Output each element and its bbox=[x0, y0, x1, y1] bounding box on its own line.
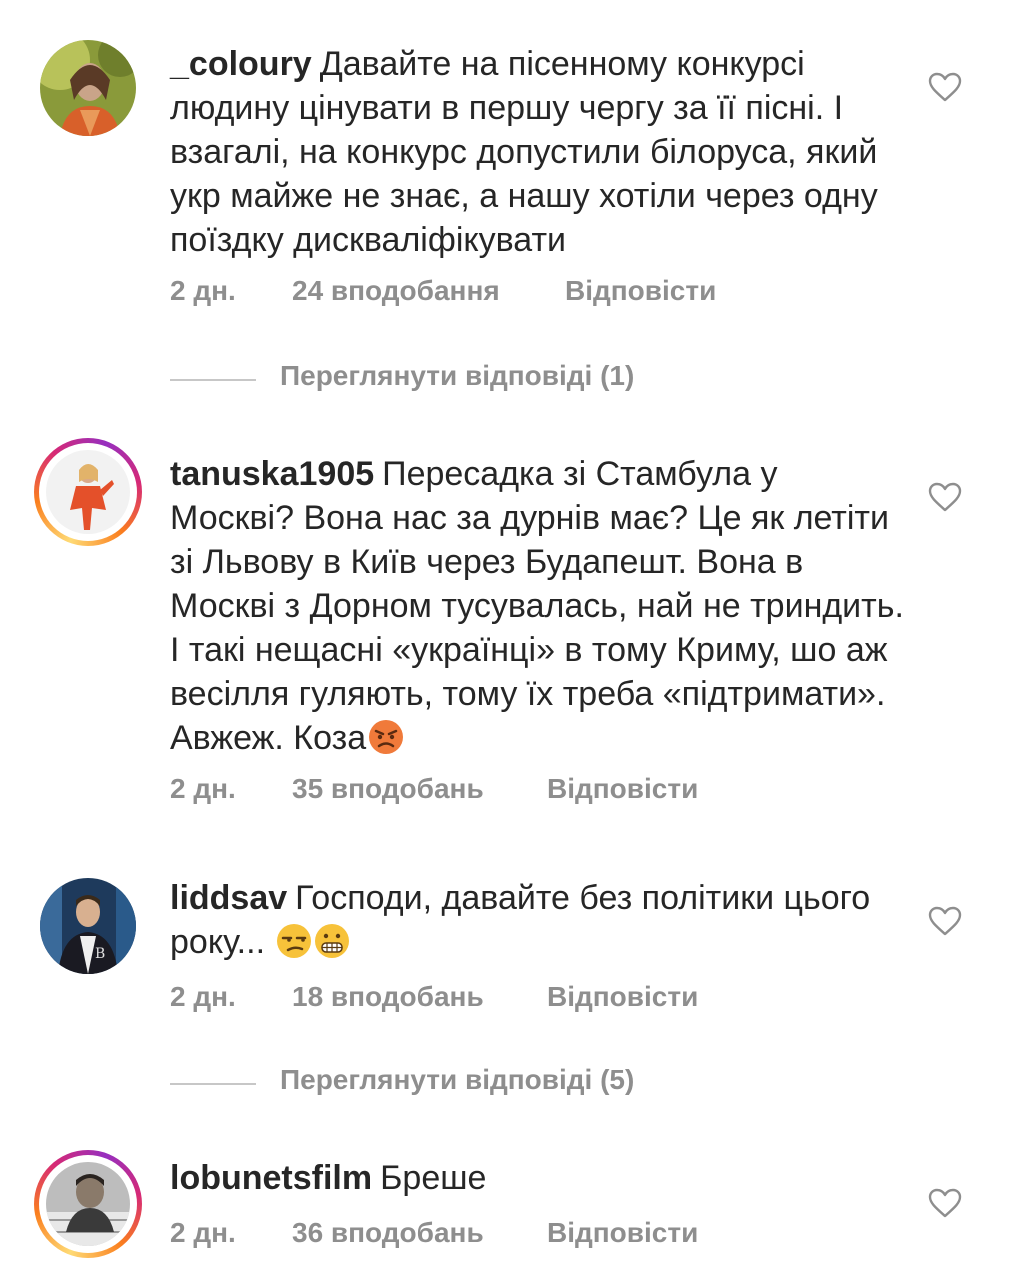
heart-outline-icon[interactable] bbox=[928, 1188, 962, 1218]
comment-text: _coloury Давайте на пісенному конкурсі лю… bbox=[170, 42, 910, 262]
reply-button[interactable]: Відповісти bbox=[565, 275, 716, 307]
comment-username[interactable]: _coloury bbox=[170, 45, 312, 83]
replies-divider bbox=[170, 379, 256, 381]
comment-text: lobunetsfilm Бреше bbox=[170, 1156, 910, 1200]
avatar[interactable] bbox=[34, 1150, 142, 1258]
comment-body: Пересадка зі Стамбула у Москві? Вона нас… bbox=[170, 455, 904, 757]
avatar-image bbox=[40, 40, 136, 136]
reply-button[interactable]: Відповісти bbox=[547, 981, 698, 1013]
svg-text:B: B bbox=[95, 946, 105, 962]
comment-time: 2 дн. bbox=[170, 773, 236, 804]
avatar[interactable]: B bbox=[40, 878, 136, 974]
comment-time: 2 дн. bbox=[170, 1217, 236, 1248]
reply-button[interactable]: Відповісти bbox=[547, 1217, 698, 1249]
avatar-image: B bbox=[40, 878, 136, 974]
avatar-image bbox=[46, 450, 130, 534]
comment-likes[interactable]: 35 вподобань bbox=[292, 773, 484, 805]
comment-username[interactable]: lobunetsfilm bbox=[170, 1159, 372, 1197]
comment-username[interactable]: liddsav bbox=[170, 879, 287, 917]
angry-face-emoji bbox=[369, 720, 404, 754]
heart-outline-icon[interactable] bbox=[928, 906, 962, 936]
avatar[interactable] bbox=[34, 438, 142, 546]
comment-text: liddsav Господи, давайте без політики цьо… bbox=[170, 876, 910, 964]
comment-time: 2 дн. bbox=[170, 275, 236, 306]
grimacing-face-emoji bbox=[315, 924, 350, 958]
comment-text: tanuska1905 Пересадка зі Стамбула у Москв… bbox=[170, 452, 910, 760]
comment-likes[interactable]: 36 вподобань bbox=[292, 1217, 484, 1249]
unamused-face-emoji bbox=[277, 924, 312, 958]
heart-outline-icon[interactable] bbox=[928, 72, 962, 102]
heart-outline-icon[interactable] bbox=[928, 482, 962, 512]
view-replies-label[interactable]: Переглянути відповіді (1) bbox=[280, 360, 634, 392]
comment-likes[interactable]: 18 вподобань bbox=[292, 981, 484, 1013]
comment-body: Бреше bbox=[380, 1159, 487, 1197]
reply-button[interactable]: Відповісти bbox=[547, 773, 698, 805]
comment-time: 2 дн. bbox=[170, 981, 236, 1012]
view-replies-label[interactable]: Переглянути відповіді (5) bbox=[280, 1064, 634, 1096]
replies-divider bbox=[170, 1083, 256, 1085]
comment-likes[interactable]: 24 вподобання bbox=[292, 275, 500, 307]
avatar[interactable] bbox=[40, 40, 136, 136]
avatar-image bbox=[46, 1162, 130, 1246]
comment-username[interactable]: tanuska1905 bbox=[170, 455, 374, 493]
